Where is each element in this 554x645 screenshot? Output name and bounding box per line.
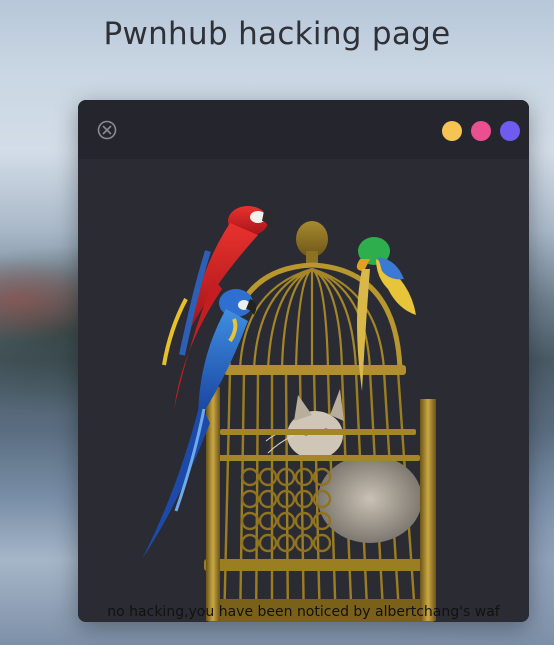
popup-window: no hacking,you have been noticed by albe… — [78, 100, 529, 622]
yellow-dot-button[interactable] — [442, 121, 462, 141]
page-title: Pwnhub hacking page — [103, 16, 451, 52]
window-content: no hacking,you have been noticed by albe… — [78, 159, 529, 622]
purple-dot-button[interactable] — [500, 121, 520, 141]
parrots-cage-cat-image — [142, 206, 436, 622]
close-button[interactable] — [97, 120, 117, 140]
window-dots — [442, 121, 520, 141]
window-titlebar — [78, 100, 529, 159]
close-circle-icon — [97, 120, 117, 140]
pink-dot-button[interactable] — [471, 121, 491, 141]
waf-warning-message: no hacking,you have been noticed by albe… — [107, 604, 500, 620]
